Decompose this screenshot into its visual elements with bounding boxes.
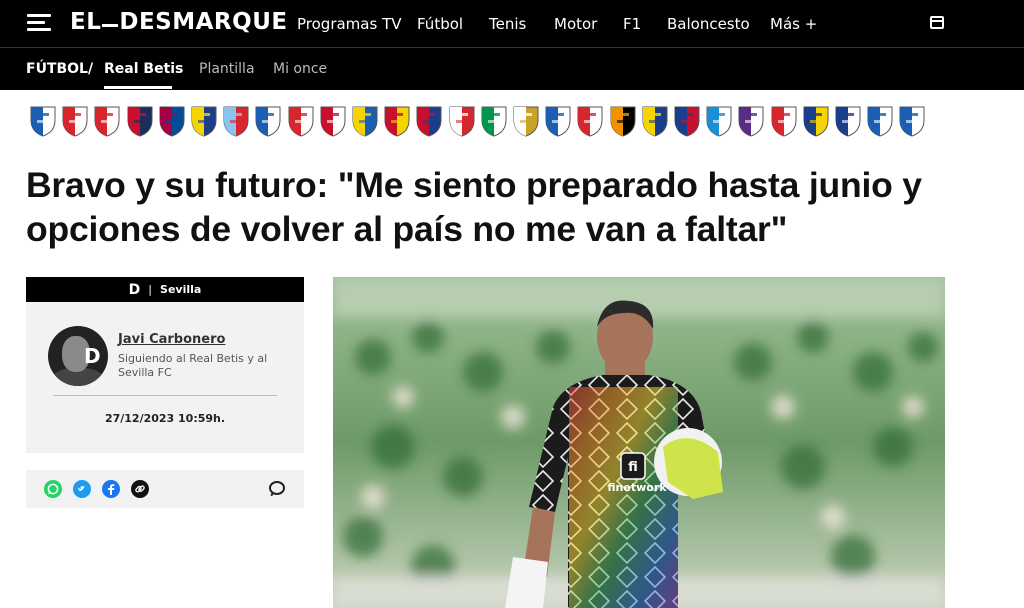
twitter-icon[interactable] bbox=[73, 480, 91, 498]
source-bar: D | Sevilla bbox=[26, 277, 304, 302]
publish-date: 27/12/2023 10:59h. bbox=[104, 412, 226, 425]
crest-getafe-icon[interactable] bbox=[253, 104, 283, 138]
crest-athletic-icon[interactable] bbox=[92, 104, 122, 138]
logo-right: DESMARQUE bbox=[119, 9, 288, 35]
crest-cadiz-icon[interactable] bbox=[189, 104, 219, 138]
crest-girona-icon[interactable] bbox=[286, 104, 316, 138]
crest-oviedo-icon[interactable] bbox=[801, 104, 831, 138]
crest-osasuna-icon[interactable] bbox=[414, 104, 444, 138]
tab-plantilla[interactable]: Plantilla bbox=[199, 61, 255, 77]
crest-malaga-icon[interactable] bbox=[704, 104, 734, 138]
nav-futbol[interactable]: Fútbol bbox=[417, 15, 463, 33]
crest-real-madrid-icon[interactable] bbox=[511, 104, 541, 138]
crest-mallorca-icon[interactable] bbox=[382, 104, 412, 138]
crest-sevilla-icon[interactable] bbox=[575, 104, 605, 138]
crest-zaragoza-icon[interactable] bbox=[833, 104, 863, 138]
menu-icon[interactable] bbox=[27, 14, 51, 32]
breadcrumb-section[interactable]: FÚTBOL bbox=[26, 61, 88, 77]
site-logo[interactable]: EL DESMARQUE bbox=[70, 9, 288, 35]
article-photo: fi finetwork bbox=[333, 277, 945, 608]
source-logo: D bbox=[128, 281, 141, 298]
breadcrumb-current[interactable]: Real Betis bbox=[104, 61, 183, 77]
tab-mi-once[interactable]: Mi once bbox=[273, 61, 327, 77]
author-description: Siguiendo al Real Betis y al Sevilla FC bbox=[118, 352, 268, 379]
crest-levante-icon[interactable] bbox=[672, 104, 702, 138]
nav-tenis[interactable]: Tenis bbox=[489, 15, 526, 33]
crest-barcelona-icon[interactable] bbox=[157, 104, 187, 138]
logo-left: EL bbox=[70, 9, 102, 35]
crest-las-palmas-icon[interactable] bbox=[350, 104, 380, 138]
crest-valladolid-icon[interactable] bbox=[736, 104, 766, 138]
copy-link-icon[interactable] bbox=[131, 480, 149, 498]
calendar-icon[interactable] bbox=[930, 16, 944, 29]
nav-motor[interactable]: Motor bbox=[554, 15, 597, 33]
crest-rayo-icon[interactable] bbox=[447, 104, 477, 138]
nav-programas-tv[interactable]: Programas TV bbox=[297, 15, 402, 33]
crest-celta-icon[interactable] bbox=[221, 104, 251, 138]
nav-f1[interactable]: F1 bbox=[623, 15, 641, 33]
breadcrumb-separator: / bbox=[88, 61, 94, 77]
crest-atletico-icon[interactable] bbox=[125, 104, 155, 138]
crest-valencia-icon[interactable] bbox=[608, 104, 638, 138]
share-bar bbox=[26, 470, 304, 508]
divider bbox=[53, 395, 277, 396]
crest-almeria-icon[interactable] bbox=[60, 104, 90, 138]
avatar-logo-mark: D bbox=[84, 344, 101, 368]
crest-deportivo-icon[interactable] bbox=[865, 104, 895, 138]
crest-betis-icon[interactable] bbox=[479, 104, 509, 138]
crest-tenerife-icon[interactable] bbox=[897, 104, 927, 138]
crest-villarreal-icon[interactable] bbox=[640, 104, 670, 138]
active-tab-indicator bbox=[104, 86, 172, 89]
top-navbar: EL DESMARQUE Programas TV Fútbol Tenis Mo… bbox=[0, 0, 1024, 47]
crest-sporting-icon[interactable] bbox=[769, 104, 799, 138]
nav-mas[interactable]: Más + bbox=[770, 15, 817, 33]
crest-real-sociedad-icon[interactable] bbox=[543, 104, 573, 138]
facebook-icon[interactable] bbox=[102, 480, 120, 498]
whatsapp-icon[interactable] bbox=[44, 480, 62, 498]
author-card: D Javi Carbonero Siguiendo al Real Betis… bbox=[26, 302, 304, 453]
source-label[interactable]: Sevilla bbox=[160, 283, 201, 296]
author-avatar[interactable]: D bbox=[48, 326, 108, 386]
comment-icon[interactable] bbox=[269, 481, 285, 495]
photo-illustration: fi finetwork bbox=[333, 277, 945, 608]
crest-alaves-icon[interactable] bbox=[28, 104, 58, 138]
svg-text:fi: fi bbox=[628, 460, 638, 475]
author-name-link[interactable]: Javi Carbonero bbox=[118, 332, 225, 347]
crest-granada-icon[interactable] bbox=[318, 104, 348, 138]
article-headline: Bravo y su futuro: "Me siento preparado … bbox=[26, 165, 922, 249]
breadcrumb: FÚTBOL / Real Betis Plantilla Mi once bbox=[0, 47, 1024, 90]
nav-baloncesto[interactable]: Baloncesto bbox=[667, 15, 750, 33]
shirt-sponsor-text: finetwork bbox=[607, 481, 667, 494]
